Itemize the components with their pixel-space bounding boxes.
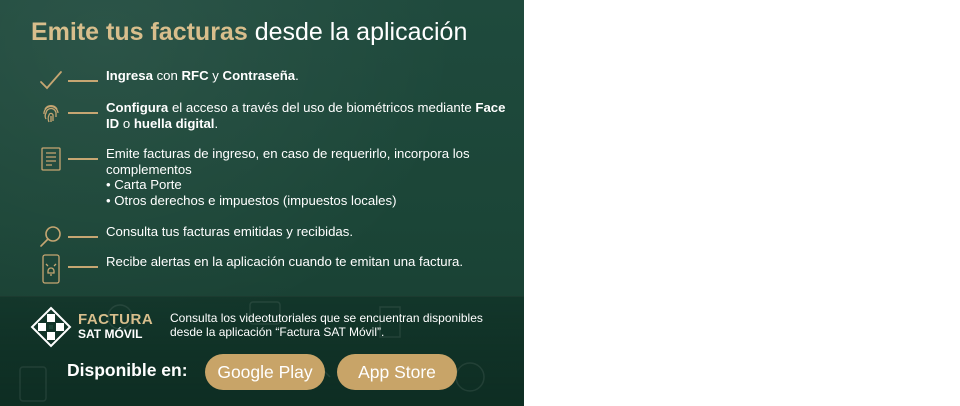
magnifier-icon: [38, 224, 64, 250]
emphasis-text: huella digital: [133, 115, 215, 131]
app-store-button[interactable]: App Store: [337, 354, 457, 390]
text-segment: el acceso a través del uso de biométrico…: [168, 100, 476, 115]
text-segment: .: [295, 68, 299, 83]
feature-text: Configura el acceso a través del uso de …: [106, 100, 506, 131]
divider-dash: [68, 80, 98, 82]
text-segment: y: [208, 68, 223, 83]
factura-sat-movil-logo: FACTURA SAT MÓVIL: [30, 306, 153, 348]
divider-dash: [68, 112, 98, 114]
text-segment: .: [214, 115, 219, 131]
feature-item-login: Ingresa con RFC y Contraseña.: [38, 68, 506, 94]
logo-mark-icon: [30, 306, 72, 348]
phone-alert-icon: [38, 254, 64, 284]
banner-title: Emite tus facturas desde la aplicación: [31, 18, 467, 47]
text-segment: o: [119, 115, 134, 131]
logo-line-2: SAT MÓVIL: [78, 327, 143, 341]
title-rest: desde la aplicación: [247, 18, 468, 46]
feature-text: Ingresa con RFC y Contraseña.: [106, 68, 506, 84]
title-highlight: Emite tus facturas: [31, 18, 248, 46]
feature-bullet: • Otros derechos e impuestos (impuestos …: [106, 192, 397, 208]
divider-dash: [68, 158, 98, 160]
emphasis-text: Ingresa: [106, 68, 153, 83]
fingerprint-icon: [38, 100, 64, 126]
divider-dash: [68, 236, 98, 238]
emphasis-text: RFC: [181, 68, 209, 83]
feature-item-biometrics: Configura el acceso a través del uso de …: [38, 100, 506, 131]
feature-item-consult: Consulta tus facturas emitidas y recibid…: [38, 224, 506, 250]
emphasis-text: Configura: [106, 100, 169, 115]
logo-line-1: FACTURA: [78, 311, 154, 328]
promo-banner: Emite tus facturas desde la aplicación I…: [0, 0, 524, 406]
feature-line: Emite facturas de ingreso, en caso de re…: [106, 146, 470, 177]
available-label: Disponible en:: [67, 360, 188, 380]
feature-bullet: • Carta Porte: [106, 177, 182, 192]
checkmark-icon: [38, 68, 64, 94]
promo-text: Consulta los videotutoriales que se encu…: [170, 311, 483, 339]
feature-text: Recibe alertas en la aplicación cuando t…: [106, 254, 464, 269]
document-icon: [38, 146, 64, 172]
emphasis-text: Contraseña: [222, 68, 296, 83]
feature-text: Emite facturas de ingreso, en caso de re…: [106, 146, 506, 208]
feature-text: Consulta tus facturas emitidas y recibid…: [106, 224, 354, 239]
feature-item-invoices: Emite facturas de ingreso, en caso de re…: [38, 146, 506, 208]
text-segment: con: [152, 68, 182, 83]
feature-item-alerts: Recibe alertas en la aplicación cuando t…: [38, 254, 506, 284]
divider-dash: [68, 266, 98, 268]
google-play-button[interactable]: Google Play: [205, 354, 325, 390]
